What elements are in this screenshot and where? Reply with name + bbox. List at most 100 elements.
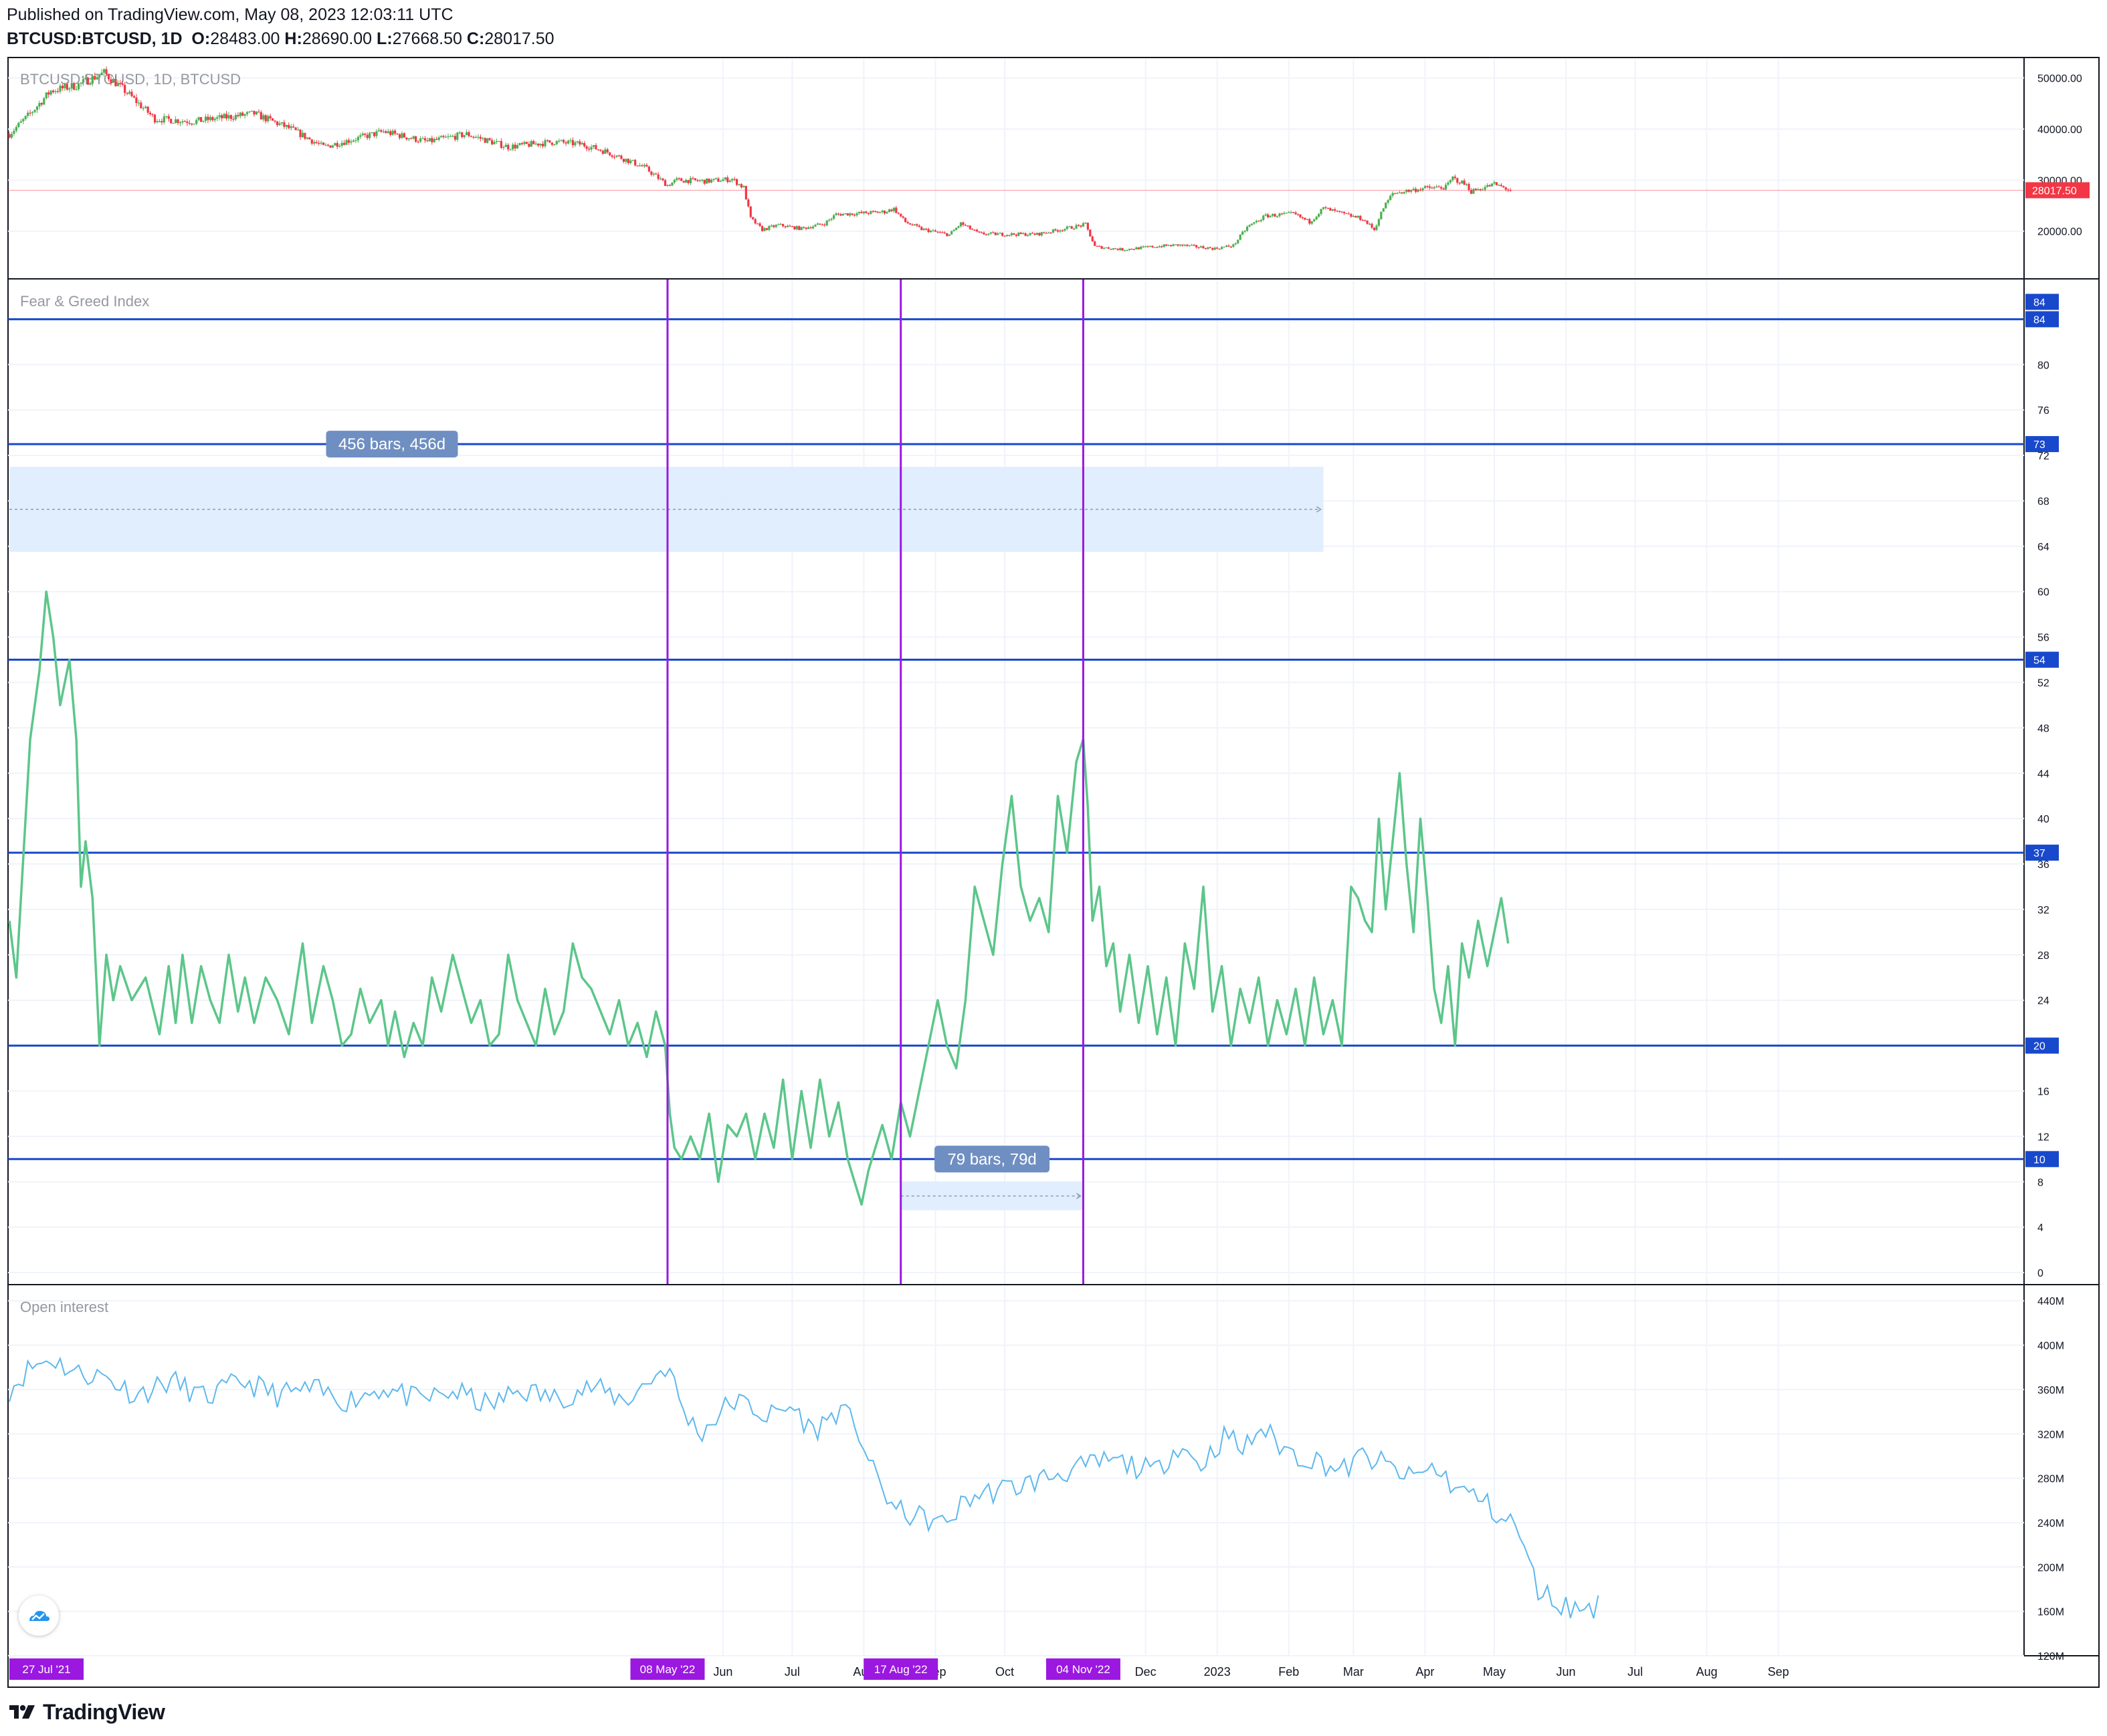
candle [844, 213, 847, 215]
candle [288, 124, 290, 128]
candle [447, 136, 449, 138]
candle [1151, 245, 1154, 247]
candle [468, 132, 470, 136]
candle [816, 223, 819, 225]
candle [188, 122, 191, 124]
candle [1290, 212, 1292, 213]
candle [440, 136, 443, 138]
candle [749, 206, 752, 217]
candle [128, 92, 131, 94]
candle [609, 152, 611, 156]
candle [782, 223, 785, 227]
candle [569, 140, 572, 141]
candle [132, 96, 136, 98]
candle [285, 124, 288, 127]
candle [546, 140, 549, 141]
candle [1170, 245, 1173, 247]
candle [1197, 247, 1200, 249]
candle [1278, 213, 1281, 217]
candle [768, 226, 771, 230]
candle [1318, 214, 1320, 217]
fng-axis-tick: 28 [2037, 950, 2049, 962]
candle [1465, 184, 1468, 185]
candle [8, 134, 11, 138]
candle [770, 225, 773, 227]
candle [1035, 233, 1038, 235]
candle [1015, 234, 1017, 236]
price-axis-tick: 50000.00 [2037, 74, 2082, 85]
candle [31, 112, 34, 114]
candle [75, 89, 78, 90]
candle [948, 234, 950, 236]
candle [523, 142, 526, 144]
candle [158, 121, 161, 122]
tradingview-logo[interactable]: TradingView [8, 1697, 165, 1727]
candle [498, 140, 500, 142]
candle [548, 140, 551, 143]
candle [294, 127, 297, 130]
candle [1472, 189, 1475, 194]
time-axis-tick: Jun [1557, 1665, 1576, 1678]
candle [1493, 182, 1496, 184]
candle [433, 138, 435, 142]
candle [1054, 229, 1057, 231]
candle [1227, 245, 1230, 247]
candle [419, 138, 422, 142]
candle [532, 140, 535, 144]
tradingview-badge[interactable] [19, 1596, 59, 1636]
candle [260, 112, 262, 120]
candle [862, 211, 866, 213]
tradingview-wordmark: TradingView [43, 1699, 165, 1724]
candle [1043, 232, 1045, 233]
candle [735, 179, 738, 185]
candle [352, 140, 355, 142]
candle [645, 165, 648, 167]
candle [1449, 180, 1452, 183]
time-axis-tick: 2023 [1204, 1665, 1231, 1678]
candle [726, 177, 729, 183]
candle [1094, 241, 1096, 246]
candle [364, 133, 367, 135]
candle [555, 140, 558, 144]
chart-canvas[interactable]: 50000.0040000.0030000.0020000.00BTCUSD:B… [0, 0, 2107, 1736]
candle [1158, 246, 1161, 247]
date-range-label: 456 bars, 456d [338, 435, 445, 453]
candle [872, 211, 874, 212]
candle [1179, 244, 1182, 246]
candle [955, 227, 958, 230]
candle [550, 142, 553, 145]
candle [1135, 247, 1138, 249]
time-axis-tick: Oct [995, 1665, 1014, 1678]
candle [500, 140, 502, 148]
candle [1412, 189, 1415, 191]
fng-axis-tick: 16 [2037, 1086, 2049, 1097]
candle [197, 117, 200, 120]
candle [137, 102, 140, 104]
candle [444, 136, 447, 138]
candle [24, 116, 27, 120]
candle [662, 179, 664, 181]
candle [585, 146, 588, 149]
candle [886, 212, 888, 214]
candle [987, 233, 990, 235]
candle [1019, 232, 1022, 234]
candle [423, 138, 427, 140]
candle [213, 118, 216, 120]
time-axis-tick: Aug [1696, 1665, 1718, 1678]
candle [140, 102, 142, 108]
candle [819, 223, 821, 225]
candle [96, 77, 98, 80]
candle [615, 155, 618, 157]
candle [1114, 248, 1117, 249]
candle [1100, 245, 1103, 249]
candle [52, 90, 55, 92]
candle [1038, 233, 1041, 236]
oi-pane-title: Open interest [20, 1299, 108, 1315]
candle [784, 226, 787, 227]
candle [382, 131, 385, 132]
candle [583, 142, 586, 146]
candle [682, 181, 685, 183]
candle [563, 140, 565, 142]
candle [466, 132, 468, 135]
candle [528, 144, 530, 147]
